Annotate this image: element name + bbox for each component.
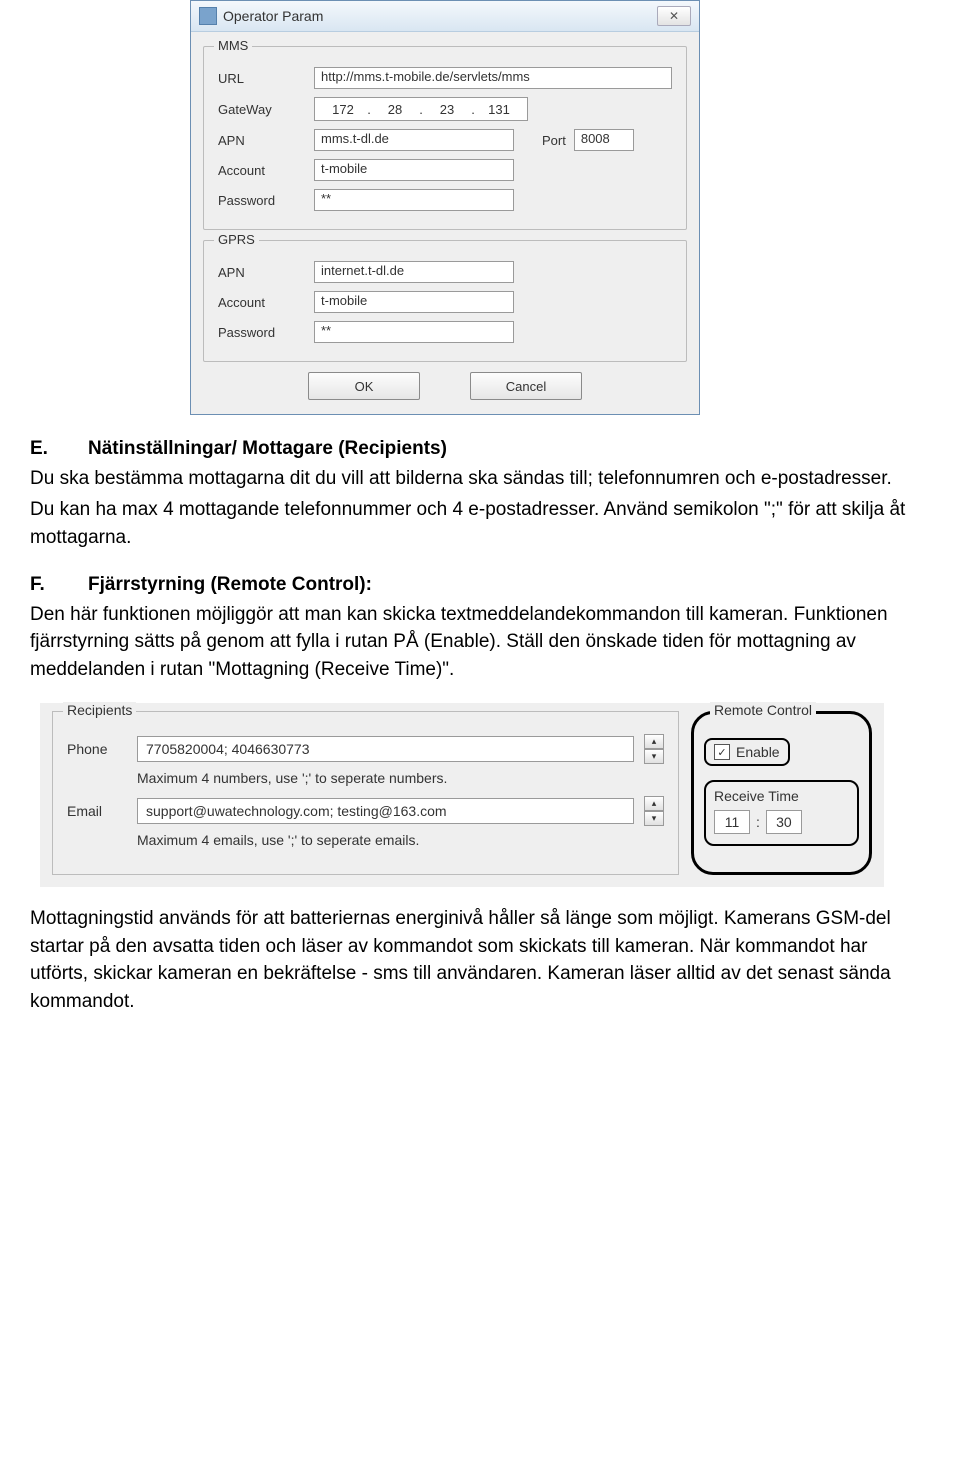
chevron-up-icon: ▴ — [652, 798, 657, 809]
close-icon: ✕ — [669, 9, 679, 23]
gprs-apn-input[interactable]: internet.t-dl.de — [314, 261, 514, 283]
check-icon: ✓ — [717, 746, 726, 759]
remote-legend: Remote Control — [710, 702, 816, 718]
gateway-label: GateWay — [218, 102, 306, 117]
port-label: Port — [542, 133, 566, 148]
gprs-password-input[interactable]: ** — [314, 321, 514, 343]
time-colon: : — [756, 814, 760, 830]
apn-label: APN — [218, 133, 306, 148]
gateway-oct-2[interactable]: 28 — [373, 102, 417, 117]
gprs-password-label: Password — [218, 325, 306, 340]
email-label: Email — [67, 803, 127, 819]
gprs-legend: GPRS — [214, 232, 259, 247]
dialog-titlebar: Operator Param ✕ — [191, 1, 699, 32]
email-scroll-up[interactable]: ▴ — [644, 796, 664, 811]
mms-apn-input[interactable]: mms.t-dl.de — [314, 129, 514, 151]
url-label: URL — [218, 71, 306, 86]
section-e-heading: Nätinställningar/ Mottagare (Recipients) — [88, 435, 447, 463]
section-f-letter: F. — [30, 571, 60, 599]
dialog-title: Operator Param — [223, 8, 323, 24]
gprs-account-input[interactable]: t-mobile — [314, 291, 514, 313]
chevron-down-icon: ▾ — [652, 751, 657, 762]
enable-row: ✓ Enable — [704, 738, 790, 766]
mms-legend: MMS — [214, 38, 252, 53]
chevron-up-icon: ▴ — [652, 736, 657, 747]
footer-paragraph: Mottagningstid används för att batterier… — [30, 905, 930, 1015]
receive-minute-input[interactable]: 30 — [766, 810, 802, 834]
recipients-legend: Recipients — [63, 702, 136, 718]
section-e: E. Nätinställningar/ Mottagare (Recipien… — [30, 435, 930, 551]
mms-password-input[interactable]: ** — [314, 189, 514, 211]
gateway-input[interactable]: 172 . 28 . 23 . 131 — [314, 97, 528, 121]
section-e-p1: Du ska bestämma mottagarna dit du vill a… — [30, 465, 930, 493]
mms-group: MMS URL http://mms.t-mobile.de/servlets/… — [203, 46, 687, 230]
email-input[interactable]: support@uwatechnology.com; testing@163.c… — [137, 798, 634, 824]
phone-scroll-down[interactable]: ▾ — [644, 749, 664, 764]
email-hint: Maximum 4 emails, use ';' to seperate em… — [137, 832, 664, 848]
section-f-heading: Fjärrstyrning (Remote Control): — [88, 571, 372, 599]
gprs-apn-label: APN — [218, 265, 306, 280]
ok-button[interactable]: OK — [308, 372, 420, 400]
mms-account-input[interactable]: t-mobile — [314, 159, 514, 181]
section-e-letter: E. — [30, 435, 60, 463]
port-input[interactable]: 8008 — [574, 129, 634, 151]
section-f-p1: Den här funktionen möjliggör att man kan… — [30, 601, 930, 684]
section-f: F. Fjärrstyrning (Remote Control): Den h… — [30, 571, 930, 683]
section-e-p2: Du kan ha max 4 mottagande telefonnummer… — [30, 496, 930, 551]
gateway-oct-3[interactable]: 23 — [425, 102, 469, 117]
operator-param-dialog: Operator Param ✕ MMS URL http://mms.t-mo… — [190, 0, 700, 415]
password-label: Password — [218, 193, 306, 208]
gateway-oct-1[interactable]: 172 — [321, 102, 365, 117]
phone-scroll-up[interactable]: ▴ — [644, 734, 664, 749]
footer-text: Mottagningstid används för att batterier… — [30, 905, 930, 1015]
recipients-group: Recipients Phone 7705820004; 4046630773 … — [52, 711, 679, 875]
receive-time-label: Receive Time — [714, 788, 849, 804]
gprs-account-label: Account — [218, 295, 306, 310]
gprs-group: GPRS APN internet.t-dl.de Account t-mobi… — [203, 240, 687, 362]
enable-checkbox[interactable]: ✓ — [714, 744, 730, 760]
phone-input[interactable]: 7705820004; 4046630773 — [137, 736, 634, 762]
chevron-down-icon: ▾ — [652, 813, 657, 824]
close-button[interactable]: ✕ — [657, 6, 691, 26]
app-icon — [199, 7, 217, 25]
url-input[interactable]: http://mms.t-mobile.de/servlets/mms — [314, 67, 672, 89]
phone-hint: Maximum 4 numbers, use ';' to seperate n… — [137, 770, 664, 786]
account-label: Account — [218, 163, 306, 178]
receive-hour-input[interactable]: 11 — [714, 810, 750, 834]
phone-label: Phone — [67, 741, 127, 757]
remote-control-group: Remote Control ✓ Enable Receive Time 11 … — [691, 711, 872, 875]
email-scroll-down[interactable]: ▾ — [644, 811, 664, 826]
gateway-oct-4[interactable]: 131 — [477, 102, 521, 117]
enable-label: Enable — [736, 744, 780, 760]
receive-time-group: Receive Time 11 : 30 — [704, 780, 859, 846]
recipients-remote-panel: Recipients Phone 7705820004; 4046630773 … — [40, 703, 884, 887]
cancel-button[interactable]: Cancel — [470, 372, 582, 400]
